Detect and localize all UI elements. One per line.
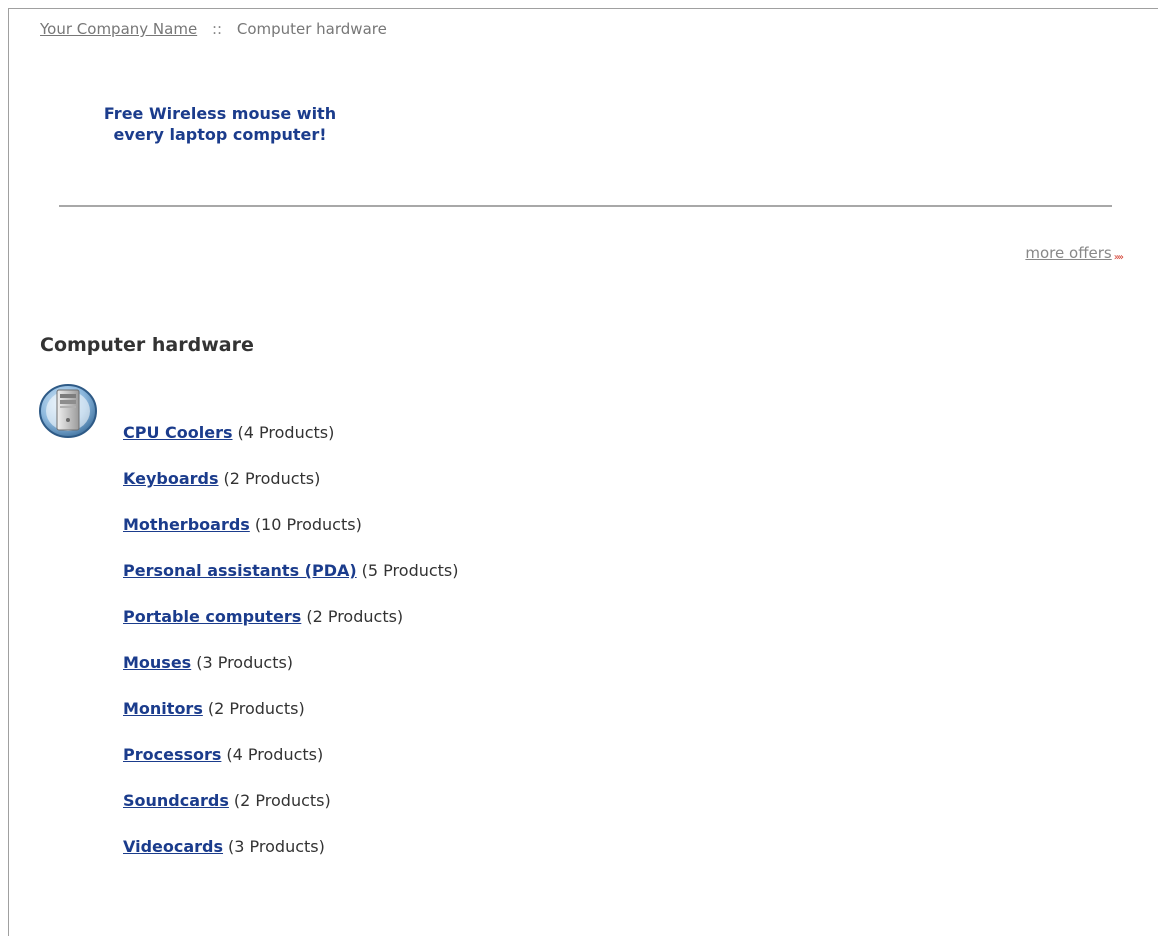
category-link[interactable]: CPU Coolers — [123, 423, 233, 442]
promo-line-1: Free Wireless mouse with — [103, 104, 337, 123]
product-count: (2 Products) — [207, 699, 305, 718]
product-count: (10 Products) — [254, 515, 362, 534]
product-count: (2 Products) — [306, 607, 404, 626]
product-count: (2 Products) — [223, 469, 321, 488]
category-link[interactable]: Portable computers — [123, 607, 301, 626]
category-link[interactable]: Mouses — [123, 653, 191, 672]
list-item: Soundcards (2 Products) — [123, 791, 459, 837]
category-link[interactable]: Keyboards — [123, 469, 219, 488]
product-count: (2 Products) — [233, 791, 331, 810]
promo-line-2: every laptop computer! — [113, 125, 327, 144]
list-item: Videocards (3 Products) — [123, 837, 459, 883]
section-title: Computer hardware — [40, 334, 254, 356]
list-item: CPU Coolers (4 Products) — [123, 423, 459, 469]
category-link[interactable]: Motherboards — [123, 515, 250, 534]
list-item: Personal assistants (PDA) (5 Products) — [123, 561, 459, 607]
category-link[interactable]: Soundcards — [123, 791, 229, 810]
list-item: Monitors (2 Products) — [123, 699, 459, 745]
product-count: (3 Products) — [228, 837, 325, 856]
breadcrumb-current: Computer hardware — [236, 20, 387, 38]
breadcrumb-separator: :: — [211, 20, 223, 38]
list-item: Keyboards (2 Products) — [123, 469, 459, 515]
product-count: (5 Products) — [361, 561, 459, 580]
more-offers-link[interactable]: more offers — [1025, 244, 1111, 262]
double-arrow-icon: »» — [1113, 252, 1124, 263]
breadcrumb-home-link[interactable]: Your Company Name — [40, 20, 197, 38]
divider — [59, 205, 1112, 207]
list-item: Processors (4 Products) — [123, 745, 459, 791]
category-list: CPU Coolers (4 Products) Keyboards (2 Prod… — [123, 423, 459, 883]
more-offers: more offers»» — [1025, 244, 1124, 263]
product-count: (4 Products) — [226, 745, 324, 764]
list-item: Motherboards (10 Products) — [123, 515, 459, 561]
list-item: Portable computers (2 Products) — [123, 607, 459, 653]
computer-tower-icon — [38, 384, 100, 442]
category-link[interactable]: Monitors — [123, 699, 203, 718]
product-count: (4 Products) — [237, 423, 335, 442]
category-link[interactable]: Processors — [123, 745, 221, 764]
product-count: (3 Products) — [196, 653, 294, 672]
breadcrumb: Your Company Name :: Computer hardware — [40, 20, 387, 38]
category-link[interactable]: Personal assistants (PDA) — [123, 561, 357, 580]
promo-banner[interactable]: Free Wireless mouse with every laptop co… — [40, 103, 400, 145]
list-item: Mouses (3 Products) — [123, 653, 459, 699]
category-link[interactable]: Videocards — [123, 837, 223, 856]
